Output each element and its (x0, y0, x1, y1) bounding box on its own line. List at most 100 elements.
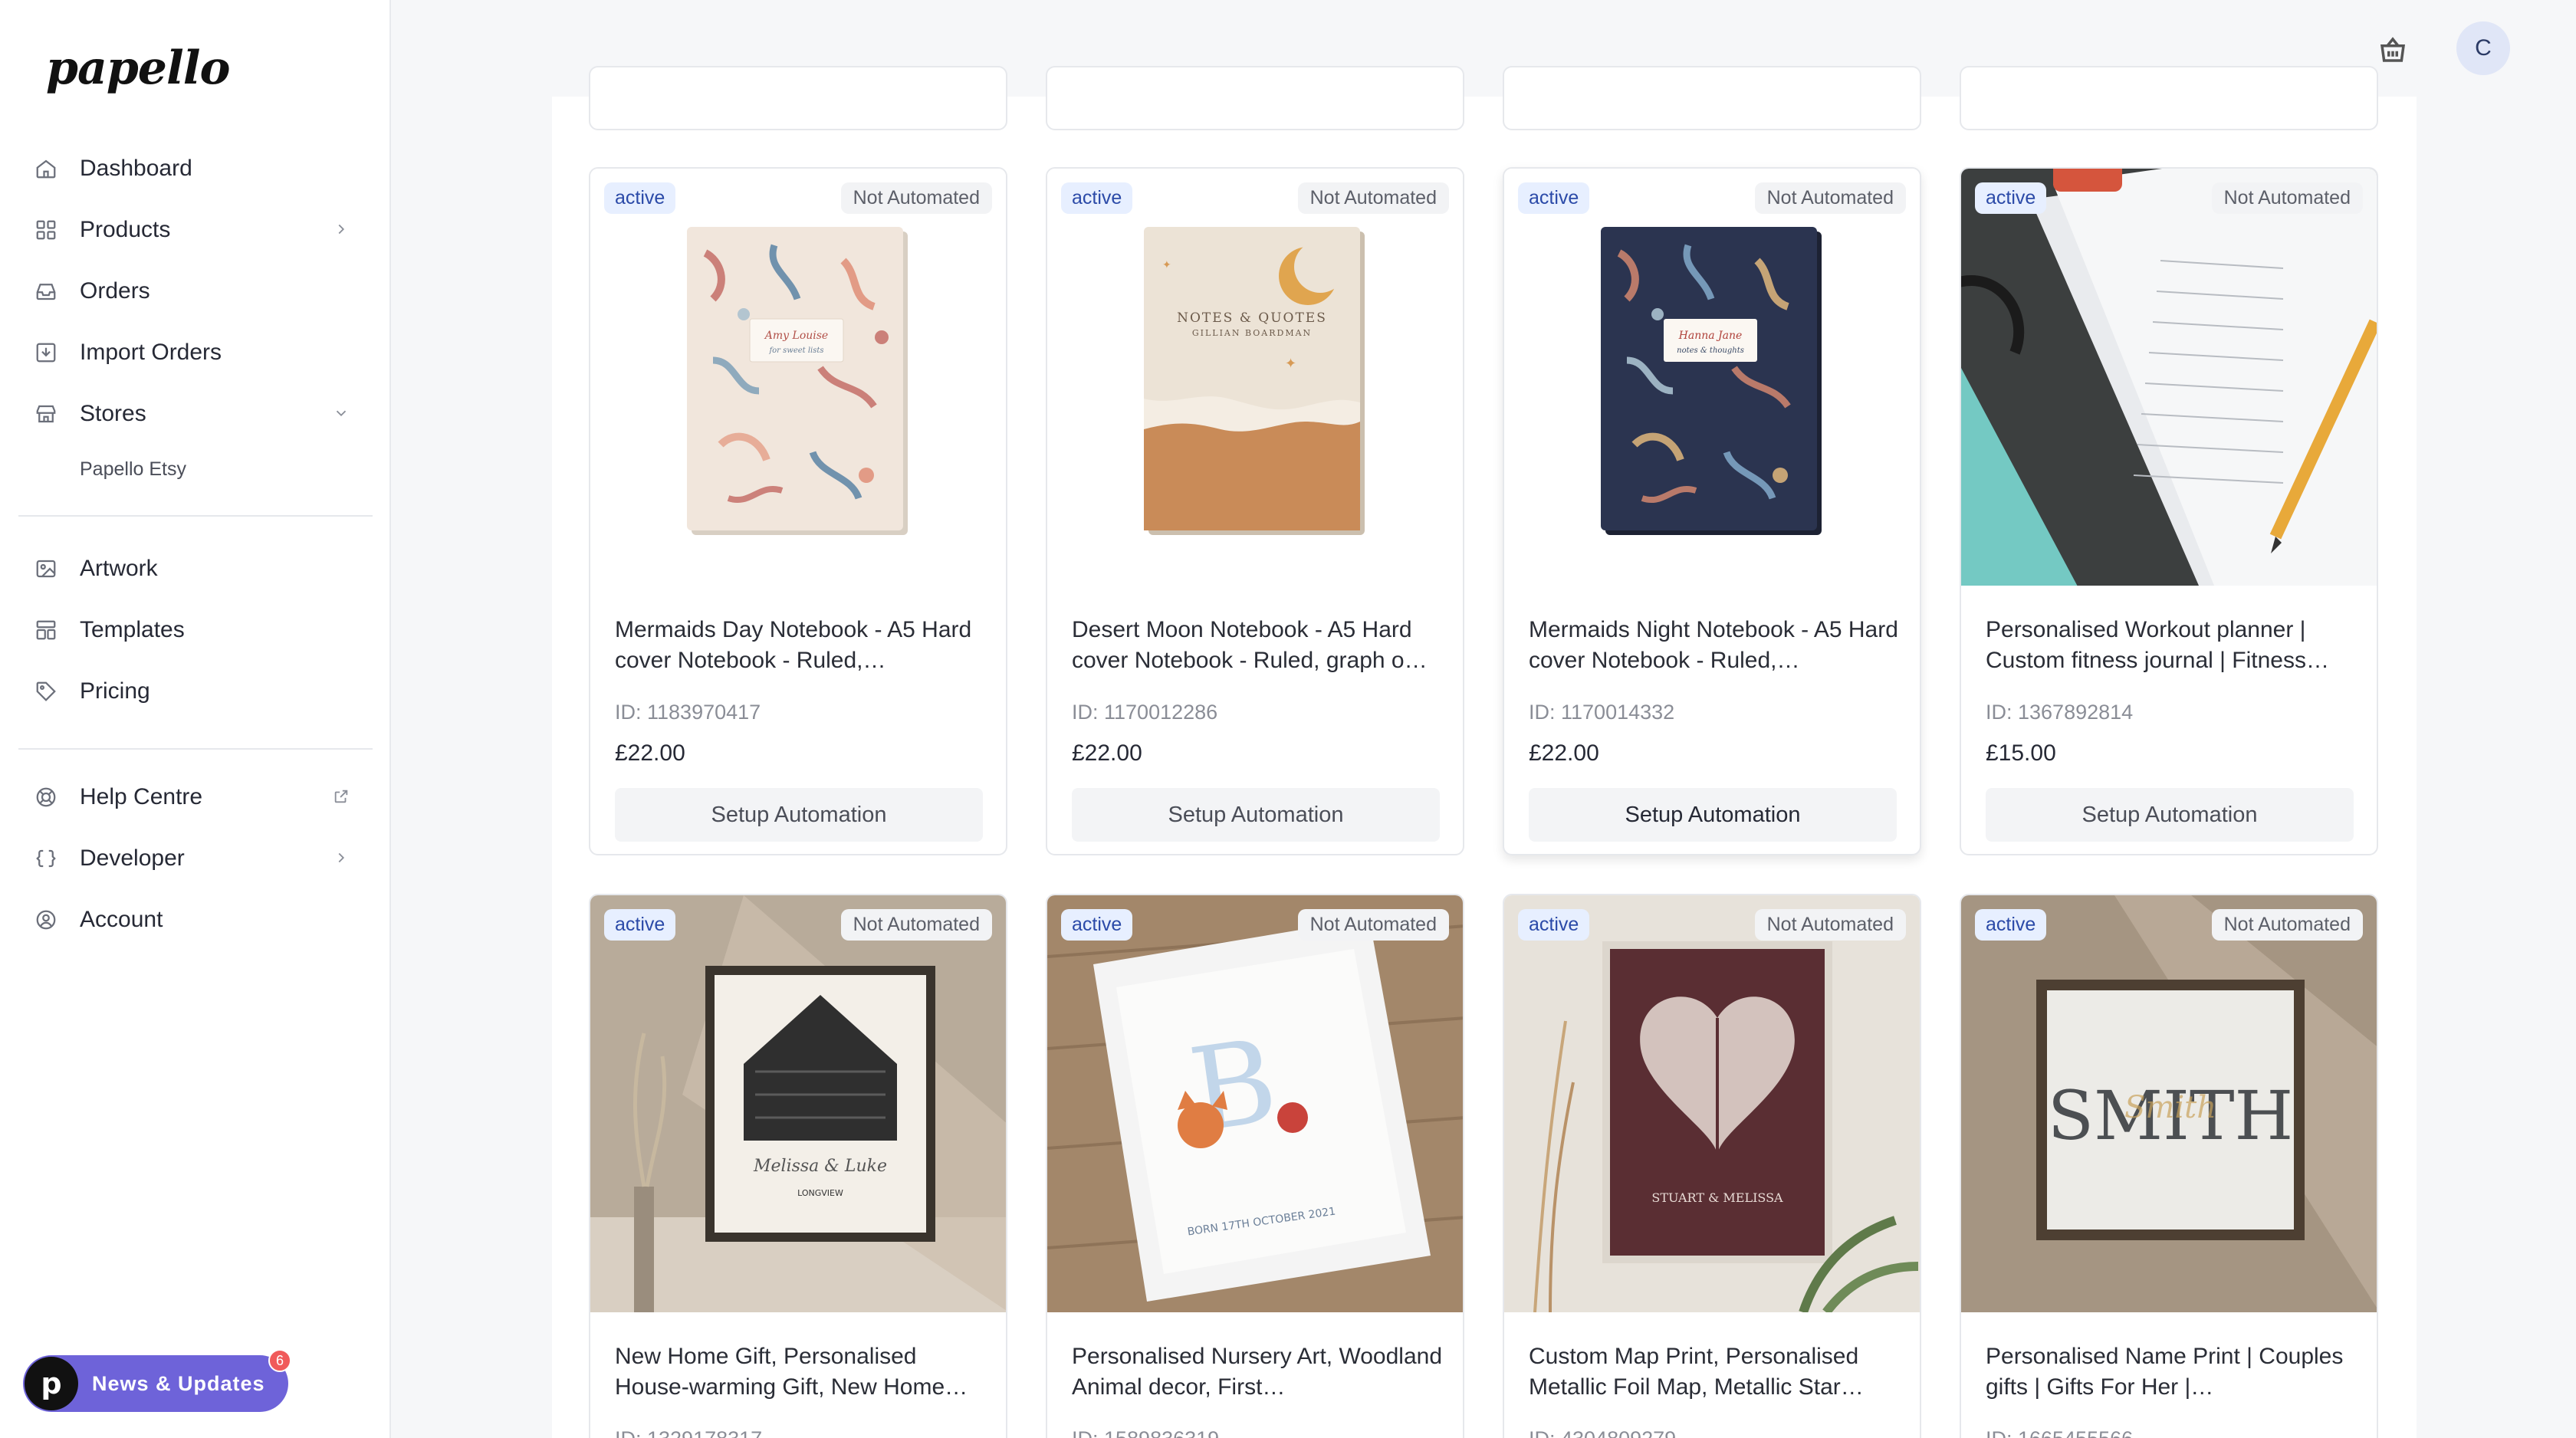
setup-automation-button[interactable]: Setup Automation (1072, 788, 1440, 842)
product-card[interactable]: SMITH Smith active Not Automated Persona… (1960, 894, 2378, 1438)
lifebuoy-icon (34, 785, 58, 809)
product-title[interactable]: Desert Moon Notebook - A5 Hard cover Not… (1072, 615, 1447, 676)
basket-icon[interactable] (2377, 34, 2410, 67)
nav-templates[interactable]: Templates (34, 607, 363, 653)
product-id: ID: 1367892814 (1986, 701, 2134, 724)
product-image: SMITH Smith (1961, 895, 2377, 1312)
nav-orders-label: Orders (80, 278, 150, 304)
avatar[interactable]: C (2456, 21, 2510, 75)
product-price: £15.00 (1986, 740, 2056, 766)
product-price: £22.00 (1529, 740, 1599, 766)
nav-help-centre[interactable]: Help Centre (34, 774, 363, 820)
product-image: Notes & Quotes Gillian Boardman ✦ ✦ (1047, 169, 1463, 586)
print-title: Notes & Quotes (1177, 310, 1327, 326)
nav-import-orders-label: Import Orders (80, 340, 222, 365)
product-id: ID: 1170014332 (1529, 701, 1675, 724)
setup-automation-button[interactable]: Setup Automation (1529, 788, 1897, 842)
nav-pricing[interactable]: Pricing (34, 668, 363, 714)
product-title[interactable]: Custom Map Print, Personalised Metallic … (1529, 1341, 1904, 1403)
product-title[interactable]: Mermaids Night Notebook - A5 Hard cover … (1529, 615, 1904, 676)
store-icon (34, 402, 58, 426)
papello-mark-icon: p (25, 1357, 78, 1410)
nav-stores[interactable]: Stores (34, 391, 363, 437)
svg-text:Amy Louise: Amy Louise (764, 330, 828, 342)
nav-stores-label: Stores (80, 401, 146, 426)
svg-text:Melissa & Luke: Melissa & Luke (753, 1157, 887, 1176)
product-image: B Born 17th October 2021 (1047, 895, 1463, 1312)
svg-text:✦: ✦ (1162, 258, 1171, 271)
product-title[interactable]: Mermaids Day Notebook - A5 Hard cover No… (615, 615, 991, 676)
status-badge: active (1518, 909, 1590, 941)
product-card[interactable]: Melissa & Luke LONGVIEW active Not Autom… (589, 894, 1007, 1438)
nav-artwork-label: Artwork (80, 556, 158, 581)
product-title[interactable]: Personalised Name Print | Couples gifts … (1986, 1341, 2361, 1403)
product-image: Amy Louise for sweet lists (590, 169, 1006, 586)
papello-logo[interactable]: papello (46, 41, 231, 95)
nav-help-centre-label: Help Centre (80, 784, 203, 809)
product-id: ID: 1170012286 (1072, 701, 1218, 724)
sidebar: papello Dashboard Products Orders Import… (0, 0, 391, 1438)
svg-text:LONGVIEW: LONGVIEW (797, 1188, 843, 1198)
nav-account[interactable]: Account (34, 897, 363, 943)
product-card-partial[interactable] (1960, 66, 2378, 130)
product-id: ID: 1589836319 (1072, 1427, 1219, 1438)
status-badge: active (1975, 182, 2047, 214)
svg-text:✦: ✦ (1285, 356, 1296, 371)
inbox-icon (34, 279, 58, 304)
product-title[interactable]: Personalised Workout planner | Custom fi… (1986, 615, 2361, 676)
nav-templates-label: Templates (80, 617, 185, 642)
automation-badge: Not Automated (1754, 182, 1906, 214)
nav-store-papello-etsy[interactable]: Papello Etsy (80, 458, 186, 481)
template-icon (34, 618, 58, 642)
automation-badge: Not Automated (1297, 182, 1449, 214)
product-title[interactable]: Personalised Nursery Art, Woodland Anima… (1072, 1341, 1447, 1403)
product-card[interactable]: active Not Automated Personalised Workou… (1960, 167, 2378, 855)
external-link-icon (333, 788, 351, 806)
news-updates-button[interactable]: p News & Updates (23, 1355, 288, 1412)
nav-divider (18, 515, 373, 517)
nav-orders[interactable]: Orders (34, 268, 363, 314)
product-card[interactable]: Stuart & Melissa active Not Automated Cu… (1503, 894, 1921, 1438)
setup-automation-button[interactable]: Setup Automation (1986, 788, 2354, 842)
product-price: £22.00 (1072, 740, 1142, 766)
nav-dashboard[interactable]: Dashboard (34, 146, 363, 192)
news-count-badge: 6 (268, 1349, 291, 1372)
setup-automation-button[interactable]: Setup Automation (615, 788, 983, 842)
product-card[interactable]: B Born 17th October 2021 active Not Auto… (1046, 894, 1464, 1438)
product-id: ID: 1329178317 (615, 1427, 762, 1438)
automation-badge: Not Automated (1754, 909, 1906, 941)
product-id: ID: 4304809279 (1529, 1427, 1676, 1438)
product-title[interactable]: New Home Gift, Personalised House-warmin… (615, 1341, 991, 1403)
status-badge: active (1061, 182, 1133, 214)
nav-developer[interactable]: Developer (34, 836, 363, 882)
product-card-partial[interactable] (1046, 66, 1464, 130)
chevron-down-icon (333, 405, 351, 423)
code-braces-icon (34, 846, 58, 871)
product-image: Hanna Jane notes & thoughts (1504, 169, 1920, 586)
nav-account-label: Account (80, 907, 163, 932)
svg-text:for sweet lists: for sweet lists (768, 346, 823, 355)
automation-badge: Not Automated (1297, 909, 1449, 941)
automation-badge: Not Automated (840, 909, 992, 941)
product-card[interactable]: Notes & Quotes Gillian Boardman ✦ ✦ acti… (1046, 167, 1464, 855)
nav-import-orders[interactable]: Import Orders (34, 330, 363, 376)
print-name: Gillian Boardman (1192, 328, 1312, 338)
product-card-partial[interactable] (1503, 66, 1921, 130)
status-badge: active (604, 182, 676, 214)
product-card[interactable]: Hanna Jane notes & thoughts active Not A… (1503, 167, 1921, 855)
nav-products[interactable]: Products (34, 207, 363, 253)
product-card-partial[interactable] (589, 66, 1007, 130)
nav-artwork[interactable]: Artwork (34, 546, 363, 592)
automation-badge: Not Automated (2211, 182, 2363, 214)
chevron-right-icon (333, 221, 351, 239)
nav-products-label: Products (80, 217, 171, 242)
status-badge: active (1518, 182, 1590, 214)
product-card[interactable]: Amy Louise for sweet lists active Not Au… (589, 167, 1007, 855)
nav-divider (18, 748, 373, 750)
import-icon (34, 340, 58, 365)
product-id: ID: 1183970417 (615, 701, 761, 724)
print-names: Stuart & Melissa (1651, 1190, 1783, 1205)
product-image: Melissa & Luke LONGVIEW (590, 895, 1006, 1312)
product-image (1961, 169, 2377, 586)
home-icon (34, 156, 58, 181)
